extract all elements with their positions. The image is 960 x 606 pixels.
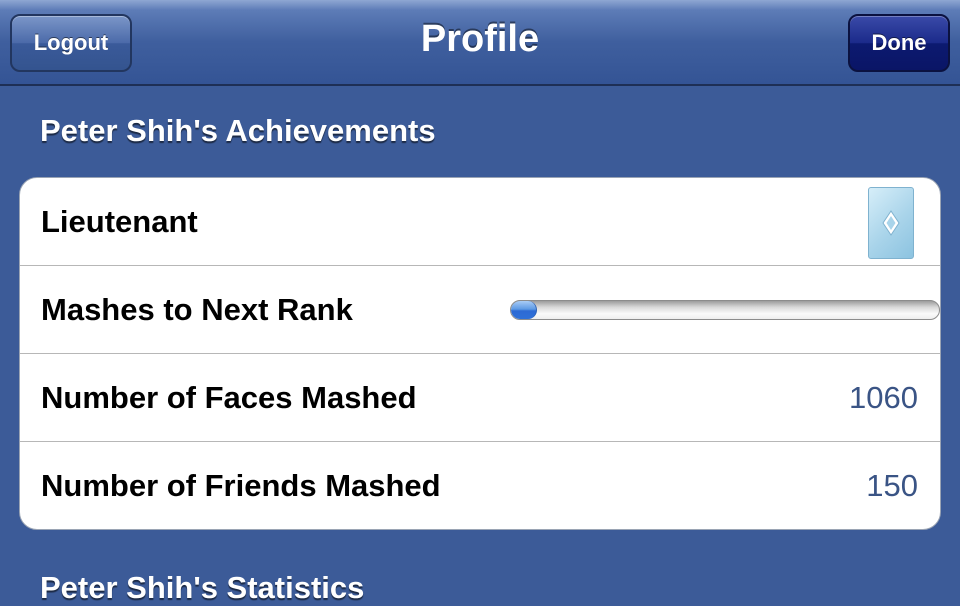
achievements-section-header: Peter Shih's Achievements bbox=[40, 113, 436, 148]
faces-mashed-value: 1060 bbox=[849, 379, 918, 415]
done-button-label: Done bbox=[871, 30, 927, 55]
done-button[interactable]: Done bbox=[848, 14, 950, 72]
table-row-mashes-to-next-rank: Mashes to Next Rank bbox=[20, 266, 940, 354]
rank-progress-fill bbox=[511, 301, 537, 319]
friends-mashed-label: Number of Friends Mashed bbox=[41, 468, 441, 503]
rank-progress-bar bbox=[510, 300, 940, 320]
navigation-bar: Logout Profile Done bbox=[0, 0, 960, 86]
page-title: Profile bbox=[420, 18, 540, 60]
table-row-faces-mashed: Number of Faces Mashed 1060 bbox=[20, 354, 940, 442]
friends-mashed-value: 150 bbox=[866, 468, 918, 503]
mashes-to-next-rank-label: Mashes to Next Rank bbox=[41, 291, 353, 327]
achievements-table: Lieutenant Mashes to Next Rank Number of… bbox=[19, 177, 941, 530]
rank-label: Lieutenant bbox=[41, 203, 198, 239]
statistics-section-header: Peter Shih's Statistics bbox=[40, 570, 365, 605]
faces-mashed-label: Number of Faces Mashed bbox=[41, 379, 417, 415]
diamond-icon bbox=[882, 210, 900, 236]
table-row-friends-mashed: Number of Friends Mashed 150 bbox=[20, 442, 940, 529]
rank-diamond-card-icon bbox=[868, 187, 914, 259]
table-row-rank[interactable]: Lieutenant bbox=[20, 178, 940, 266]
